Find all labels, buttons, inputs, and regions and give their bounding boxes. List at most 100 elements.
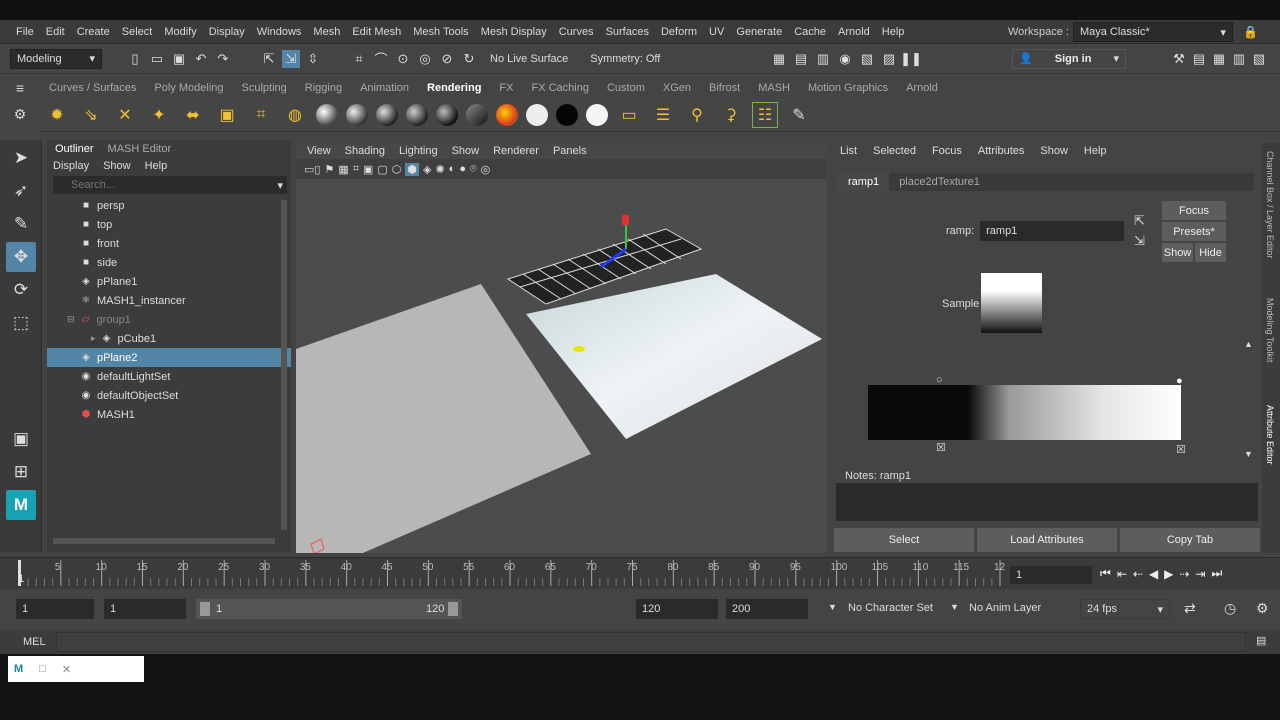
outliner-item[interactable]: ◈ pPlane1 [47,272,291,291]
snap-curve-icon[interactable]: ⌒ [372,50,390,68]
outliner-item[interactable]: ◉ defaultObjectSet [47,386,291,405]
outliner-item[interactable]: ◈ pPlane2 [47,348,291,367]
volume-light-icon[interactable]: ⬌ [180,102,206,128]
select-hierarchy-icon[interactable]: ⇱ [260,50,278,68]
shelf-tab-rendering[interactable]: Rendering [418,82,490,94]
attr-menu-help[interactable]: Help [1076,145,1115,157]
menu-curves[interactable]: Curves [553,26,600,38]
go-to-end-icon[interactable]: ⏭ [1212,566,1223,581]
phong-icon[interactable] [406,103,428,126]
minimized-window[interactable]: M □ ✕ [8,656,144,682]
paint-select-icon[interactable]: ✎ [6,209,36,239]
menu-generate[interactable]: Generate [730,26,788,38]
live-surface-label[interactable]: No Live Surface [490,53,568,65]
four-view-icon[interactable]: ⊞ [6,457,36,487]
scroll-down-icon[interactable]: ▼ [1244,449,1253,459]
menu-display[interactable]: Display [203,26,251,38]
current-frame-field[interactable]: 1 [1010,566,1092,584]
shadows-icon[interactable]: ◐ [449,163,456,175]
outliner-menu-display[interactable]: Display [53,160,89,172]
viewport-menu-view[interactable]: View [300,145,338,157]
attr-tab-place2dtexture1[interactable]: place2dTexture1 [889,173,990,191]
shelf-tab-mash[interactable]: MASH [749,82,799,94]
move-tool-icon[interactable]: ✥ [6,242,36,272]
scroll-up-icon[interactable]: ▲ [1244,339,1253,349]
arnold-render-view-icon[interactable]: ▧ [858,50,876,68]
time-slider[interactable]: 5 10 15 20 25 30 35 40 45 50 55 60 65 70 75 80 85 90 95 100… [0,557,1280,589]
menu-cache[interactable]: Cache [788,26,832,38]
pause-icon[interactable]: ❚❚ [900,50,922,68]
timeline-ticks[interactable]: 5 10 15 20 25 30 35 40 45 50 55 60 65 70 75 80 85 90 95 100… [10,558,1010,590]
render-layer-icon[interactable]: ◍ [282,102,308,128]
modeling-toolkit-tab[interactable]: Modeling Toolkit [1265,298,1275,362]
outliner-menu-show[interactable]: Show [103,160,131,172]
expand-icon[interactable]: ▸ [91,333,96,344]
shelf-tab-arnold[interactable]: Arnold [897,82,947,94]
outliner-scrollbar[interactable] [281,200,287,530]
directional-light-icon[interactable]: ⇘ [78,102,104,128]
menu-help[interactable]: Help [876,26,911,38]
symmetry-label[interactable]: Symmetry: Off [590,53,660,65]
shelf-tab-poly-modeling[interactable]: Poly Modeling [145,82,232,94]
lasso-tool-icon[interactable]: ➶ [6,176,36,206]
menu-file[interactable]: File [10,26,40,38]
outliner-item[interactable]: ▸ ◈ pCube1 [47,329,291,348]
menu-edit-mesh[interactable]: Edit Mesh [346,26,407,38]
restore-icon[interactable]: □ [39,663,46,675]
attr-tab-ramp1[interactable]: ramp1 [838,173,890,191]
blinn-icon[interactable] [376,103,398,126]
shadow-link-icon[interactable]: ⚳ [718,102,744,128]
hide-button[interactable]: Hide [1195,243,1226,262]
menu-modify[interactable]: Modify [158,26,202,38]
shader-icon[interactable] [436,103,458,126]
menu-windows[interactable]: Windows [251,26,308,38]
load-output-icon[interactable]: ⇲ [1134,233,1145,249]
shelf-menu-icon[interactable]: ≡ [0,80,40,96]
channel-box-icon[interactable]: ▥ [1230,50,1248,68]
camera-icon[interactable]: ▣ [214,102,240,128]
batch-render-icon[interactable]: ☰ [650,102,676,128]
camera-aim-icon[interactable]: ⌗ [248,102,274,128]
redo-icon[interactable]: ↷ [214,50,232,68]
end-time-field[interactable]: 200 [726,599,808,619]
single-view-icon[interactable]: ▣ [6,424,36,454]
move-x-handle[interactable] [622,215,629,225]
close-icon[interactable]: ✕ [62,663,71,676]
modeling-toolkit-icon[interactable]: ⚒ [1170,50,1188,68]
attr-menu-show[interactable]: Show [1032,145,1076,157]
menu-surfaces[interactable]: Surfaces [600,26,655,38]
menu-edit[interactable]: Edit [40,26,71,38]
mode-dropdown[interactable]: Modeling ▾ [10,48,102,69]
attr-menu-list[interactable]: List [832,145,865,157]
outliner-hscrollbar[interactable] [53,538,275,544]
attr-menu-focus[interactable]: Focus [924,145,970,157]
shelf-tab-sculpting[interactable]: Sculpting [233,82,296,94]
viewport-canvas[interactable]: persp [296,179,826,553]
attribute-editor-icon[interactable]: ▤ [1190,50,1208,68]
go-to-start-icon[interactable]: ⏮ [1100,566,1111,581]
menu-mesh-display[interactable]: Mesh Display [475,26,553,38]
outliner-search[interactable]: ▾ [53,176,287,194]
play-backward-icon[interactable]: ◀ [1149,567,1158,581]
black-sphere-icon[interactable] [556,103,578,126]
isolate-icon[interactable]: ⌾ [470,163,477,176]
shelf-tab-xgen[interactable]: XGen [654,82,700,94]
focus-button[interactable]: Focus [1162,201,1226,220]
ipr-render-icon[interactable]: ▤ [792,50,810,68]
outliner-item[interactable]: ⬢ MASH1 [47,405,291,424]
shelf-tab-fx[interactable]: FX [490,82,522,94]
step-back-key-icon[interactable]: ⇤ [1117,567,1127,581]
ramp-handle-top-icon[interactable]: ○ [936,374,943,386]
open-scene-icon[interactable]: ▭ [148,50,166,68]
ramp-delete-icon[interactable]: ☒ [936,441,946,454]
range-handle-end[interactable] [448,602,458,616]
save-scene-icon[interactable]: ▣ [170,50,188,68]
menu-deform[interactable]: Deform [655,26,703,38]
outliner-item[interactable]: ■ side [47,253,291,272]
copy-tab-button[interactable]: Copy Tab [1120,528,1260,552]
image-plane-icon[interactable]: ▦ [338,163,348,176]
bookmark-icon[interactable]: ⚑ [324,163,334,176]
graph-icon[interactable]: ▭ [616,102,642,128]
viewport-menu-show[interactable]: Show [445,145,487,157]
shelf-tab-bifrost[interactable]: Bifrost [700,82,749,94]
